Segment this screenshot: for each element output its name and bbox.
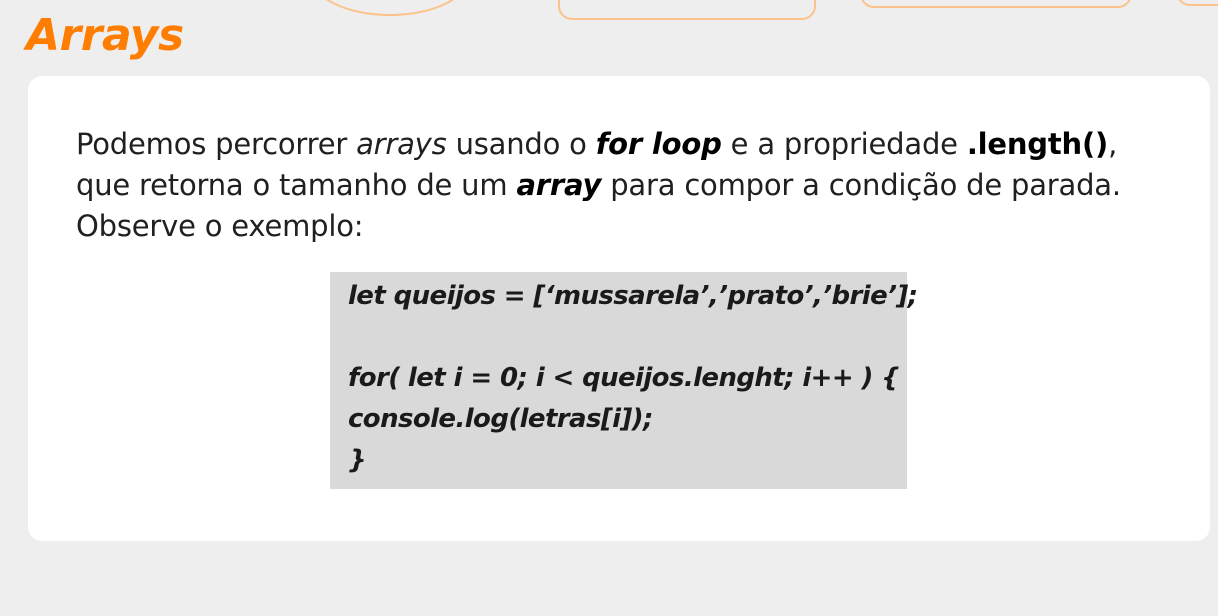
decorative-shape-4 [1176,0,1218,6]
code-line: } [348,445,367,475]
text-segment: , [1108,127,1118,161]
for-loop-term: for loop [595,127,722,161]
arrays-term: arrays [356,127,447,161]
length-term: .length() [966,127,1109,161]
text-segment: Observe o exemplo: [76,209,364,243]
text-segment: Podemos percorrer [76,127,357,161]
code-example-block: let queijos = [‘mussarela’,’prato’,’brie… [330,272,918,489]
content-card: Podemos percorrer arrays usando o for lo… [28,76,1210,541]
code-line: let queijos = [‘mussarela’,’prato’,’brie… [348,281,918,311]
text-segment: que retorna o tamanho de um [76,168,517,202]
text-segment: e a propriedade [721,127,967,161]
slide-title: Arrays [26,10,184,61]
code-line: console.log(letras[i]); [348,404,653,434]
array-term: array [516,168,602,202]
explanation-paragraph: Podemos percorrer arrays usando o for lo… [76,124,1176,247]
text-segment: para compor a condição de parada. [601,168,1121,202]
decorative-shape-3 [860,0,1132,8]
decorative-shape-2 [558,0,816,20]
code-line: for( let i = 0; i < queijos.lenght; i++ … [348,363,900,393]
text-segment: usando o [446,127,596,161]
decorative-shape-1 [310,0,470,16]
